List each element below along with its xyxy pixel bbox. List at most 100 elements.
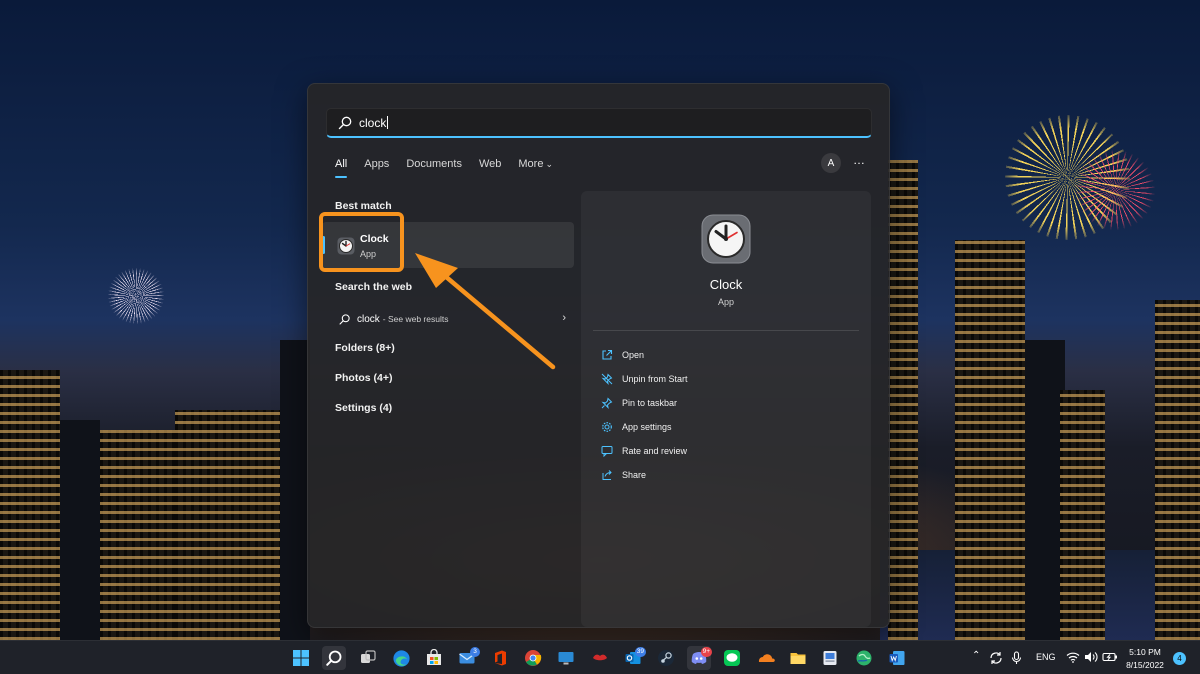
globe-app-icon [856,650,872,666]
highlight-annotation-box [319,212,404,272]
search-web-heading: Search the web [335,281,413,293]
action-unpin-from-start[interactable]: Unpin from Start [601,373,688,385]
taskbar-app[interactable]: 3 [455,646,480,670]
account-avatar[interactable]: A [821,153,841,173]
annotation-arrow [415,253,556,370]
category-settings[interactable]: Settings (4) [335,402,392,414]
taskbar-app[interactable] [488,646,512,670]
search-icon [326,650,342,666]
tab-more-label: More [518,158,544,170]
battery-charging-icon[interactable] [1102,651,1118,663]
taskbar-search-button[interactable] [322,646,346,670]
action-settings-label: App settings [622,422,672,432]
rate-review-icon [601,446,613,457]
more-options-button[interactable]: … [849,153,869,173]
steam-icon [658,650,674,666]
open-external-icon [602,349,613,360]
outlook-badge: 39 [634,647,646,657]
search-flyout: clock All Apps Documents Web More ⌄ A … B… [307,83,890,628]
taskbar-app[interactable] [754,646,778,670]
sync-icon[interactable] [989,651,1003,665]
taskbar-app[interactable] [389,646,413,670]
input-language[interactable]: ENG [1036,652,1056,662]
building [1025,340,1065,640]
search-filter-tabs: All Apps Documents Web More ⌄ [335,158,570,178]
pin-icon [601,397,613,409]
action-share-label: Share [622,470,647,480]
task-view-icon [361,650,376,663]
category-folders[interactable]: Folders (8+) [335,342,395,354]
action-unpin-label: Unpin from Start [622,374,688,384]
monitor-icon [558,652,574,665]
action-app-settings[interactable]: App settings [601,421,672,433]
firework-white [108,268,164,324]
action-share[interactable]: Share [601,469,646,481]
taskbar-date[interactable]: 8/15/2022 [1122,660,1168,670]
building [100,430,175,640]
taskbar-app[interactable] [818,646,842,670]
search-input[interactable]: clock [326,108,872,138]
tab-all[interactable]: All [335,158,348,178]
clock-app-icon-large [701,214,751,264]
tab-documents[interactable]: Documents [406,158,462,170]
text-caret [387,116,389,129]
file-explorer-icon [790,653,806,664]
tab-more[interactable]: More ⌄ [518,158,553,170]
line-messenger-icon [724,650,740,666]
building [175,410,280,640]
taskbar-app[interactable] [885,646,909,670]
tab-apps[interactable]: Apps [364,158,389,170]
chevron-right-icon[interactable]: › [562,312,566,324]
mail-badge: 3 [470,647,480,657]
taskbar-app[interactable] [521,646,545,670]
gear-icon [602,422,612,432]
category-photos[interactable]: Photos (4+) [335,372,392,384]
details-app-type: App [717,297,734,307]
microsoft-store-icon [427,649,441,665]
building [280,340,310,640]
notification-center-badge[interactable]: 4 [1173,652,1186,665]
word-icon [889,651,905,665]
taskbar-app[interactable] [554,646,578,670]
action-rate-and-review[interactable]: Rate and review [601,445,687,457]
taskbar-time[interactable]: 5:10 PM [1125,647,1165,657]
taskbar-app[interactable] [588,646,612,670]
taskbar-app[interactable] [720,646,744,670]
tower [1155,300,1200,640]
windows-logo-icon [293,650,309,666]
action-pin-to-taskbar[interactable]: Pin to taskbar [601,397,677,409]
building [1060,390,1105,640]
details-pane: Clock App Open Unpin from Start Pin to t… [581,191,871,627]
tab-web[interactable]: Web [479,158,501,170]
action-rate-label: Rate and review [622,446,688,456]
volume-icon[interactable] [1084,651,1098,663]
action-open[interactable]: Open [601,349,644,361]
details-app-name: Clock [709,277,743,292]
share-icon [602,470,612,480]
show-hidden-icons-chevron[interactable]: ⌃ [972,650,980,661]
taskbar-app[interactable] [786,646,810,670]
taskbar-app[interactable] [654,646,678,670]
web-query: clock [357,313,380,325]
microphone-icon[interactable] [1011,651,1022,665]
building [60,420,100,640]
taskbar-app[interactable]: 39 [621,646,646,670]
edge-icon [392,649,410,667]
divider [593,330,859,331]
taskbar: 3 39 9+ ⌃ ENG 5:10 PM 8/15/2022 4 [0,640,1200,674]
office-icon [495,650,506,666]
discord-badge: 9+ [700,647,712,657]
task-view-button[interactable] [356,646,380,670]
action-pin-label: Pin to taskbar [622,398,678,408]
firework-red [1075,150,1155,230]
chrome-icon [525,650,542,666]
snipping-tool-icon [823,651,837,665]
wifi-icon[interactable] [1066,651,1080,663]
taskbar-app[interactable] [852,646,876,670]
taskbar-app[interactable]: 9+ [687,646,712,670]
unpin-icon [601,373,613,385]
cloudflare-icon [758,654,775,662]
taskbar-app[interactable] [422,646,446,670]
start-button[interactable] [289,646,313,670]
chevron-down-icon: ⌄ [545,159,553,169]
